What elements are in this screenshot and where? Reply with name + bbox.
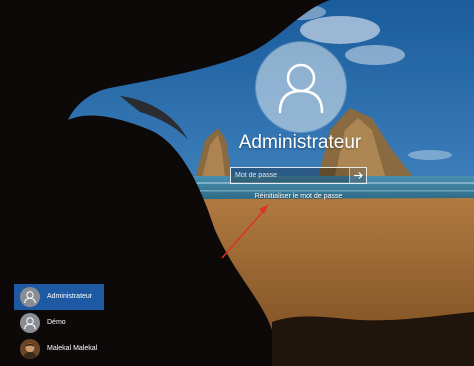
user-name: Malekal Malekal [47, 345, 98, 352]
user-avatar-large [256, 42, 346, 132]
user-item-demo[interactable]: Démo [14, 310, 104, 336]
profile-photo-icon [20, 339, 40, 359]
user-icon [24, 291, 36, 304]
password-input[interactable] [231, 168, 351, 183]
reset-password-link[interactable]: Réinitialiser le mot de passe [230, 192, 367, 201]
user-list: Administrateur Démo Malekal Malekal [14, 284, 104, 362]
arrow-right-icon [354, 172, 363, 179]
user-avatar [20, 287, 40, 307]
profile-photo [20, 339, 40, 359]
password-field-container [230, 167, 367, 184]
login-username: Administrateur [238, 132, 362, 153]
user-item-malekal[interactable]: Malekal Malekal [14, 336, 104, 362]
user-icon [278, 63, 324, 114]
user-name: Administrateur [47, 293, 93, 300]
user-name: Démo [47, 319, 66, 326]
user-icon [24, 317, 36, 330]
user-avatar [20, 313, 40, 333]
user-item-administrateur[interactable]: Administrateur [14, 284, 104, 310]
submit-button[interactable] [349, 168, 366, 183]
